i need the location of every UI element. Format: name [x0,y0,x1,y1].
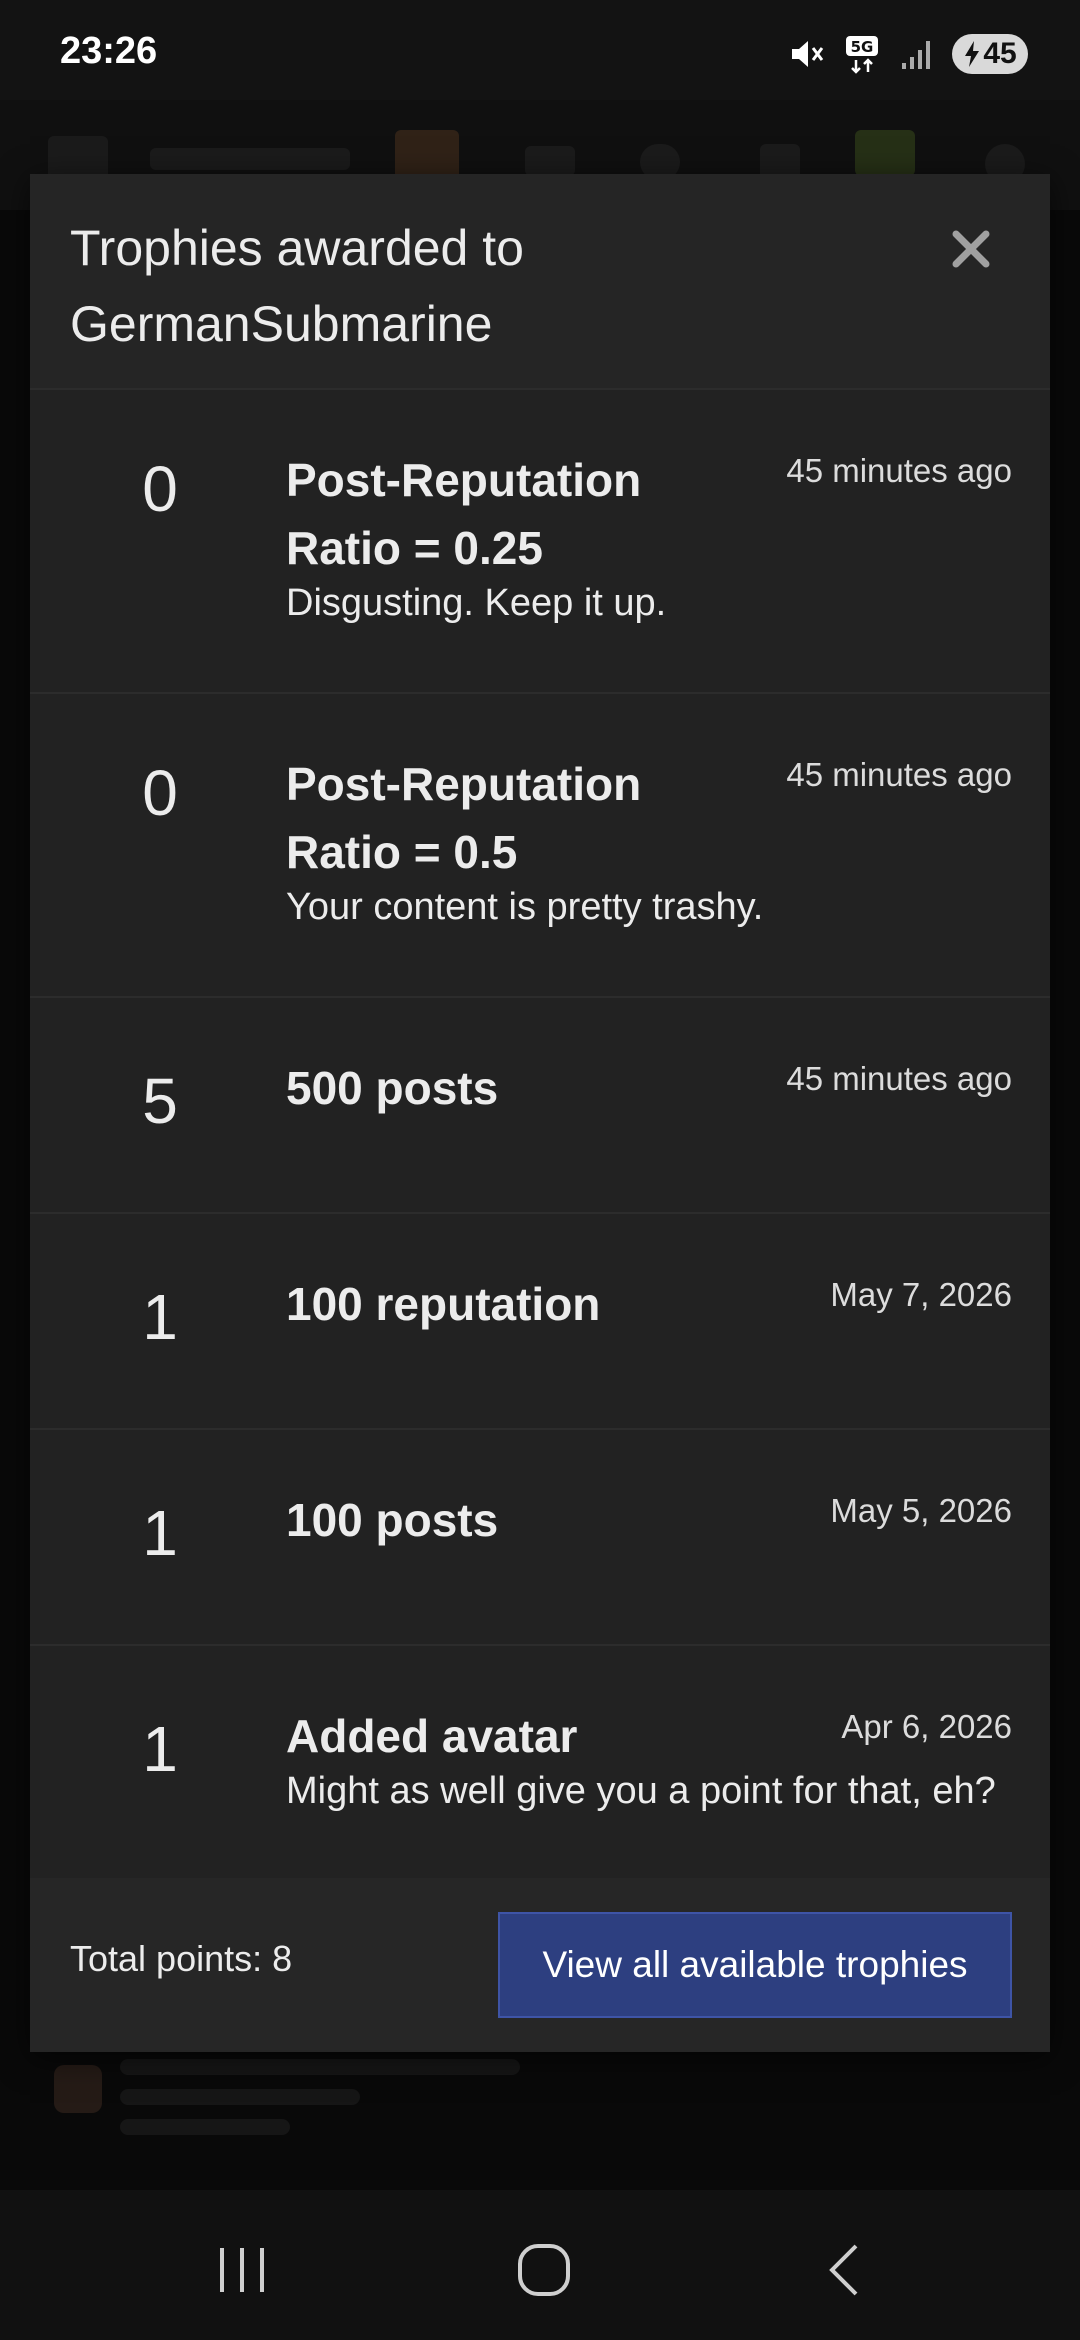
battery-level: 45 [983,37,1017,70]
trophy-name: Post-Reputation Ratio = 0.5 [286,758,642,878]
trophy-time: 45 minutes ago [786,452,1012,489]
trophy-item: 5 500 posts 45 minutes ago [30,998,1050,1214]
trophy-points: 1 [142,1281,178,1353]
mute-icon [792,41,824,67]
trophy-item: 1 100 posts May 5, 2026 [30,1430,1050,1646]
trophy-name: 100 posts [286,1494,499,1546]
navigation-bar [0,2190,1080,2340]
close-button[interactable] [936,214,1006,284]
trophy-description: Might as well give you a point for that,… [286,1770,996,1812]
trophies-modal: Trophies awarded to GermanSubmarine 0 Po… [30,174,1050,2052]
trophy-time: 45 minutes ago [786,1060,1012,1097]
battery-charging-icon: 45 [952,34,1028,74]
modal-footer: Total points: 8 View all available troph… [30,1878,1050,2052]
status-icons: 5G 45 [788,32,1028,76]
trophy-time: Apr 6, 2026 [841,1708,1012,1745]
trophy-item: 0 Post-Reputation Ratio = 0.25 Disgustin… [30,390,1050,694]
recent-apps-icon[interactable] [212,2240,272,2300]
back-icon[interactable] [818,2240,878,2300]
trophy-points: 0 [142,757,178,829]
trophy-description: Disgusting. Keep it up. [286,582,667,624]
trophy-name: 100 reputation [286,1278,601,1330]
total-points: Total points: 8 [70,1938,293,1979]
trophy-item: 0 Post-Reputation Ratio = 0.5 Your conte… [30,694,1050,998]
trophy-item: 1 100 reputation May 7, 2026 [30,1214,1050,1430]
close-icon [952,230,990,268]
trophy-item: 1 Added avatar Might as well give you a … [30,1646,1050,1880]
5g-icon: 5G [846,36,878,74]
status-time: 23:26 [60,30,158,72]
trophy-time: May 5, 2026 [830,1492,1012,1529]
trophy-name: Post-Reputation Ratio = 0.25 [286,454,642,574]
modal-title: Trophies awarded to GermanSubmarine [70,220,524,352]
trophy-name: 500 posts [286,1062,499,1114]
trophy-name: Added avatar [286,1710,578,1762]
trophy-time: May 7, 2026 [830,1276,1012,1313]
status-bar: 23:26 5G 45 [0,0,1080,100]
trophy-points: 1 [142,1713,178,1785]
modal-header: Trophies awarded to GermanSubmarine [30,174,1050,390]
trophy-points: 5 [142,1065,178,1137]
view-all-trophies-button[interactable]: View all available trophies [498,1912,1012,2018]
svg-text:5G: 5G [851,38,874,56]
trophy-points: 1 [142,1497,178,1569]
trophy-points: 0 [142,453,178,525]
home-icon[interactable] [514,2240,574,2300]
trophy-time: 45 minutes ago [786,756,1012,793]
signal-icon [902,41,930,69]
trophy-description: Your content is pretty trashy. [286,886,764,928]
